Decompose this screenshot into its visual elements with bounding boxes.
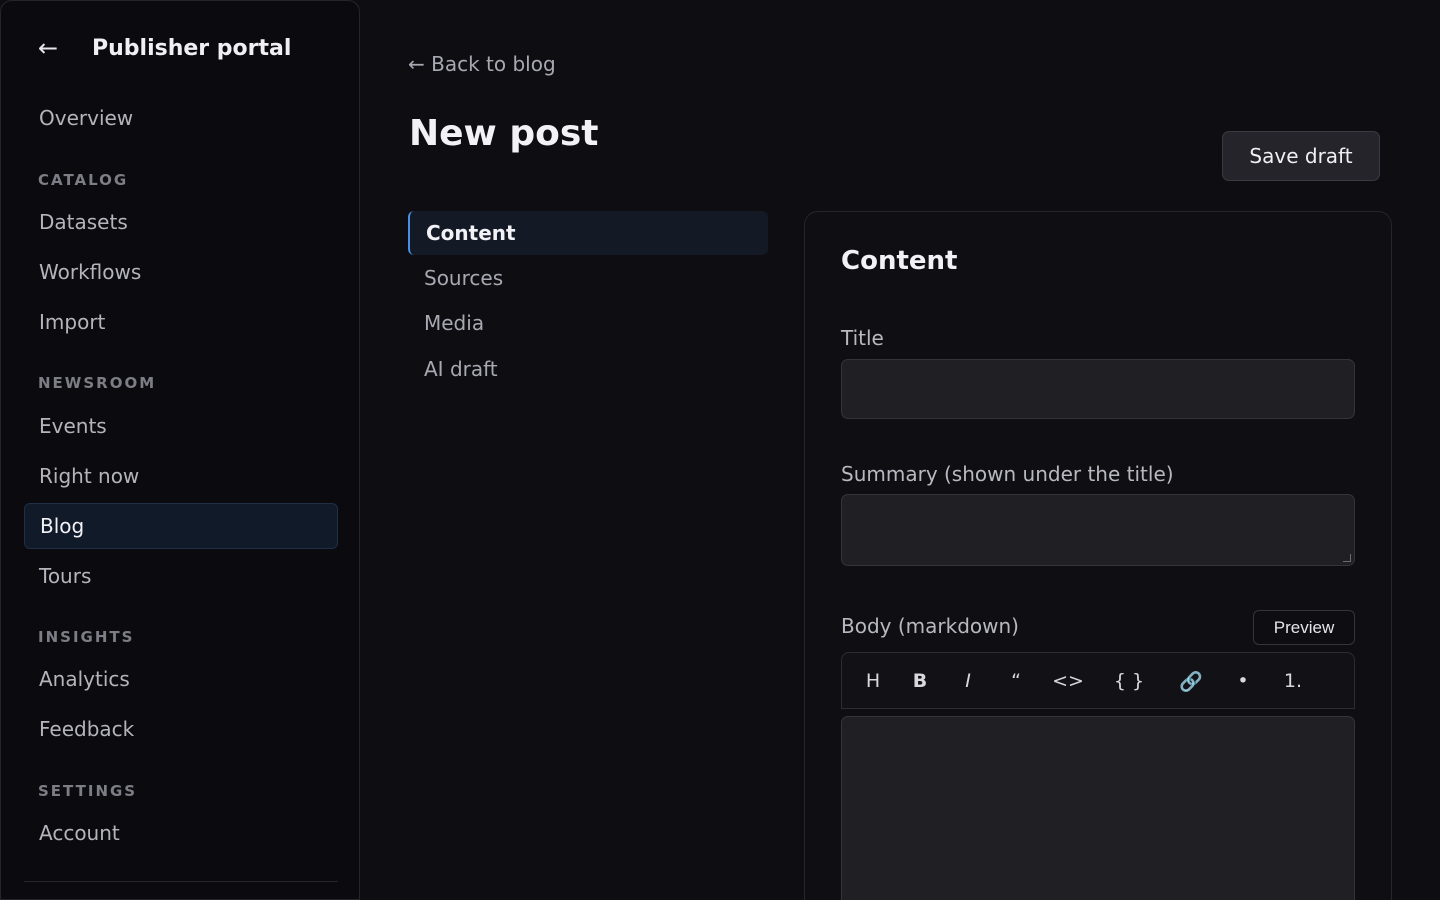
inline-code-icon[interactable]: <> — [1048, 653, 1088, 709]
section-settings: SETTINGS — [38, 782, 138, 800]
sidebar-item-import[interactable]: Import — [24, 299, 338, 345]
resize-handle-icon[interactable] — [1343, 554, 1351, 562]
summary-label: Summary (shown under the title) — [841, 462, 1174, 486]
sidebar-item-account[interactable]: Account — [24, 810, 338, 856]
quote-icon[interactable]: “ — [996, 653, 1036, 709]
sidebar-divider — [24, 881, 338, 882]
save-draft-button[interactable]: Save draft — [1222, 131, 1380, 181]
code-block-icon[interactable]: { } — [1106, 653, 1152, 709]
sidebar-item-analytics[interactable]: Analytics — [24, 656, 338, 702]
title-input[interactable] — [841, 359, 1355, 419]
title-label: Title — [841, 326, 884, 350]
summary-textarea[interactable] — [841, 494, 1355, 566]
card-title: Content — [841, 246, 958, 276]
bold-icon[interactable]: B — [900, 653, 940, 709]
sidebar-item-overview[interactable]: Overview — [24, 95, 338, 141]
body-label: Body (markdown) — [841, 614, 1019, 638]
numbered-list-icon[interactable]: 1. — [1273, 653, 1313, 709]
sidebar-item-workflows[interactable]: Workflows — [24, 249, 338, 295]
link-icon[interactable]: 🔗 — [1171, 653, 1211, 709]
tab-media[interactable]: Media — [408, 301, 768, 345]
sidebar-item-datasets[interactable]: Datasets — [24, 199, 338, 245]
sidebar: ← Publisher portal Overview CATALOG Data… — [0, 0, 360, 900]
app: ← Publisher portal Overview CATALOG Data… — [0, 0, 1440, 900]
sidebar-header: ← Publisher portal — [38, 34, 291, 62]
section-catalog: CATALOG — [38, 171, 129, 189]
sidebar-item-events[interactable]: Events — [24, 403, 338, 449]
markdown-toolbar: H B I “ <> { } 🔗 • 1. — [841, 652, 1355, 709]
section-newsroom: NEWSROOM — [38, 374, 157, 392]
sidebar-item-feedback[interactable]: Feedback — [24, 706, 338, 752]
sidebar-item-blog[interactable]: Blog — [24, 503, 338, 549]
sidebar-title: Publisher portal — [92, 35, 292, 61]
page-title: New post — [409, 113, 599, 154]
heading-icon[interactable]: H — [853, 653, 893, 709]
back-to-blog-link[interactable]: ← Back to blog — [408, 52, 556, 76]
back-arrow-icon[interactable]: ← — [38, 34, 72, 62]
body-editor[interactable] — [841, 716, 1355, 900]
preview-button[interactable]: Preview — [1253, 610, 1355, 645]
sidebar-item-right-now[interactable]: Right now — [24, 453, 338, 499]
tab-content[interactable]: Content — [408, 211, 768, 255]
tab-sources[interactable]: Sources — [408, 256, 768, 300]
italic-icon[interactable]: I — [948, 653, 988, 709]
sidebar-item-tours[interactable]: Tours — [24, 553, 338, 599]
section-insights: INSIGHTS — [38, 628, 135, 646]
bullet-list-icon[interactable]: • — [1223, 653, 1263, 709]
tab-ai-draft[interactable]: AI draft — [408, 347, 768, 391]
